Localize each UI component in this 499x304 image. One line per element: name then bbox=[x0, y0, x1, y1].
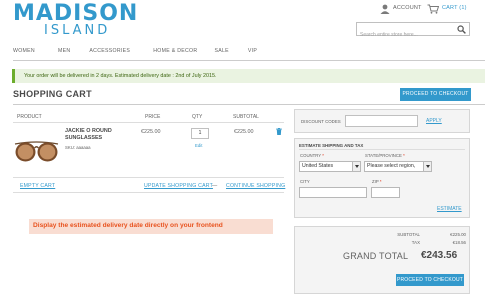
discount-code-input[interactable] bbox=[345, 115, 418, 127]
column-header-qty: QTY bbox=[192, 114, 203, 120]
title-divider bbox=[13, 104, 485, 105]
product-sku: SKU: aaaaaa bbox=[65, 145, 91, 150]
state-selected-value: Please select region, bbox=[367, 163, 416, 169]
page-title: SHOPPING CART bbox=[13, 89, 92, 99]
user-icon[interactable] bbox=[380, 4, 390, 14]
quantity-input[interactable]: 1 bbox=[191, 128, 209, 139]
chevron-down-icon bbox=[423, 162, 431, 171]
estimate-link[interactable]: ESTIMATE bbox=[437, 206, 462, 212]
nav-divider bbox=[13, 60, 485, 61]
item-subtotal: €225.00 bbox=[234, 129, 254, 135]
nav-item-vip[interactable]: VIP bbox=[248, 48, 257, 58]
city-label: CITY bbox=[300, 179, 310, 184]
chevron-down-icon bbox=[352, 162, 360, 171]
nav-item-home-decor[interactable]: HOME & DECOR bbox=[153, 48, 197, 58]
edit-item-link[interactable]: Edit bbox=[195, 143, 202, 148]
account-link[interactable]: ACCOUNT bbox=[393, 5, 422, 11]
shipping-panel-title: ESTIMATE SHIPPING AND TAX bbox=[299, 143, 364, 148]
proceed-to-checkout-button-bottom[interactable]: PROCEED TO CHECKOUT bbox=[396, 274, 464, 286]
nav-item-men[interactable]: MEN bbox=[58, 48, 70, 58]
promo-banner-text: Display the estimated delivery date dire… bbox=[33, 222, 223, 229]
column-header-product: PRODUCT bbox=[17, 114, 42, 120]
cart-actions-divider-bottom bbox=[13, 192, 284, 193]
search-input[interactable] bbox=[357, 29, 453, 41]
tax-label: TAX bbox=[411, 240, 420, 245]
grand-total-label: GRAND TOTAL bbox=[343, 251, 409, 261]
country-select[interactable]: United States bbox=[299, 161, 361, 172]
shipping-panel-divider bbox=[299, 149, 465, 150]
nav-item-accessories[interactable]: ACCESSORIES bbox=[89, 48, 130, 58]
delivery-notice-text: Your order will be delivered in 2 days. … bbox=[24, 72, 217, 79]
cart-icon[interactable] bbox=[427, 4, 439, 14]
table-header-divider bbox=[13, 122, 284, 123]
search-icon[interactable] bbox=[457, 25, 466, 34]
subtotal-label: SUBTOTAL bbox=[397, 232, 420, 237]
logo-subtitle[interactable]: ISLAND bbox=[44, 24, 110, 38]
country-selected-value: United States bbox=[302, 163, 334, 169]
cart-link[interactable]: CART (1) bbox=[442, 5, 467, 11]
product-image[interactable] bbox=[14, 133, 59, 166]
item-price: €225.00 bbox=[141, 129, 161, 135]
nav-item-women[interactable]: WOMEN bbox=[13, 48, 35, 58]
empty-cart-link[interactable]: EMPTY CART bbox=[20, 183, 55, 189]
product-name[interactable]: JACKIE O ROUND SUNGLASSES bbox=[65, 128, 129, 142]
subtotal-value: €225.00 bbox=[450, 232, 466, 237]
continue-shopping-link[interactable]: CONTINUE SHOPPING bbox=[226, 183, 285, 189]
cart-actions-divider-top bbox=[13, 177, 284, 178]
trash-icon[interactable] bbox=[276, 128, 282, 135]
proceed-to-checkout-button-top[interactable]: PROCEED TO CHECKOUT bbox=[400, 88, 471, 101]
nav-item-sale[interactable]: SALE bbox=[214, 48, 228, 58]
state-select[interactable]: Please select region, bbox=[364, 161, 432, 172]
update-cart-link[interactable]: UPDATE SHOPPING CART bbox=[144, 183, 213, 189]
link-separator: — bbox=[212, 183, 218, 189]
delivery-notice: Your order will be delivered in 2 days. … bbox=[12, 69, 485, 83]
main-nav: WOMEN MEN ACCESSORIES HOME & DECOR SALE … bbox=[13, 48, 257, 58]
state-label: STATE/PROVINCE * bbox=[365, 153, 405, 158]
apply-discount-link[interactable]: APPLY bbox=[426, 118, 442, 124]
promo-banner: Display the estimated delivery date dire… bbox=[29, 219, 273, 234]
zip-label: ZIP * bbox=[372, 179, 382, 184]
city-input[interactable] bbox=[299, 187, 367, 198]
discount-label: DISCOUNT CODES bbox=[301, 119, 341, 124]
column-header-price: PRICE bbox=[145, 114, 161, 120]
country-label: COUNTRY * bbox=[300, 153, 324, 158]
tax-value: €18.56 bbox=[452, 240, 466, 245]
column-header-subtotal: SUBTOTAL bbox=[233, 114, 259, 120]
grand-total-value: €243.56 bbox=[421, 250, 458, 261]
search-bar bbox=[356, 22, 470, 41]
zip-input[interactable] bbox=[371, 187, 400, 198]
